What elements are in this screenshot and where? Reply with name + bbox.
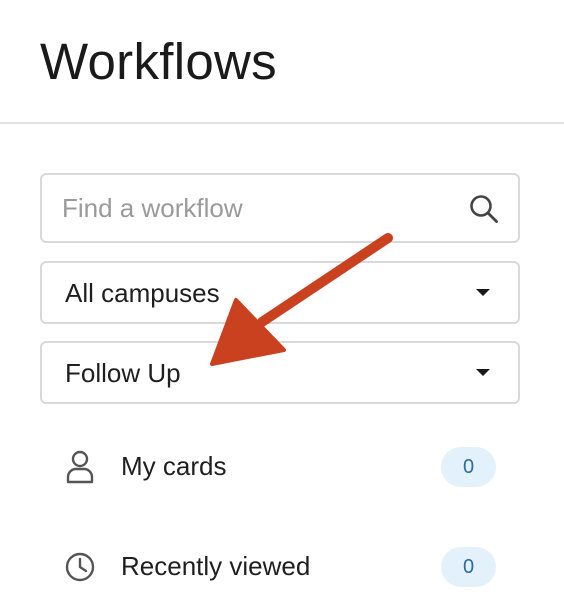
chevron-down-icon [476,289,490,296]
page-title: Workflows [40,33,277,90]
workflows-panel: Workflows All campuses Follow Up My card… [0,0,564,610]
nav-item-label: My cards [121,451,227,481]
count-badge: 0 [441,447,496,487]
header-divider [0,122,564,124]
workflow-search[interactable] [40,173,520,243]
nav-item-recently-viewed[interactable]: Recently viewed 0 [40,537,520,597]
chevron-down-icon [476,369,490,376]
campus-select[interactable]: All campuses [40,261,520,324]
stage-select-value: Follow Up [65,358,181,388]
nav-item-my-cards[interactable]: My cards 0 [40,437,520,497]
nav-item-label: Recently viewed [121,551,311,581]
campus-select-value: All campuses [65,278,220,308]
count-badge: 0 [441,547,496,587]
search-icon[interactable] [468,193,500,225]
search-input[interactable] [62,187,452,229]
person-icon [66,450,94,484]
stage-select[interactable]: Follow Up [40,341,520,404]
clock-icon [65,552,95,582]
